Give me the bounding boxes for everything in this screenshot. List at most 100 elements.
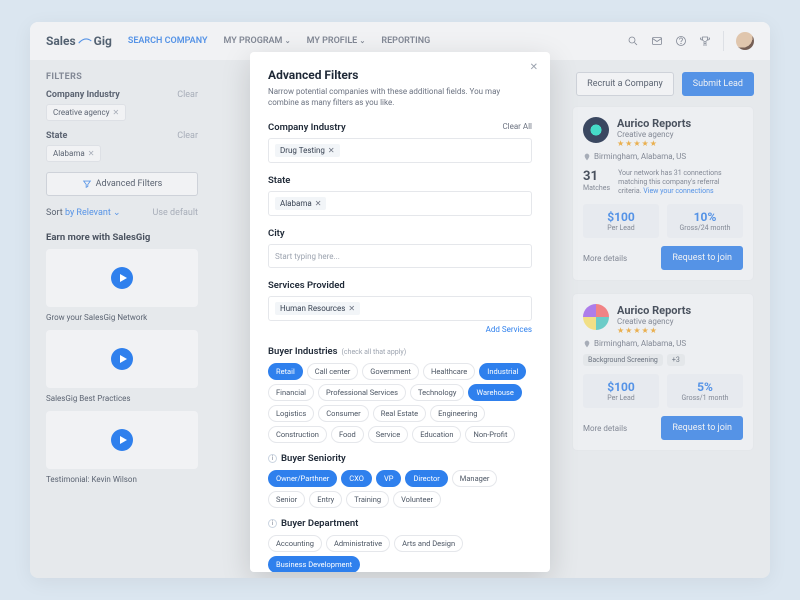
close-icon[interactable]: ✕ [315,199,322,208]
filter-pill[interactable]: Warehouse [468,384,521,401]
filter-pill[interactable]: Senior [268,491,305,508]
sort-label: Sort [46,208,63,218]
filter-pill[interactable]: Business Development [268,556,360,572]
clear-all-link[interactable]: Clear All [502,122,532,133]
filter-pill[interactable]: Training [346,491,389,508]
city-label: City [268,228,285,239]
services-input[interactable]: Human Resources✕ [268,296,532,321]
filter-pill[interactable]: Real Estate [373,405,426,422]
company-logo [583,304,609,330]
company-industry-input[interactable]: Drug Testing✕ [268,138,532,163]
filter-pill[interactable]: Food [331,426,364,443]
filter-pill[interactable]: Arts and Design [394,535,463,552]
promo-card[interactable] [46,249,198,307]
state-chip[interactable]: Alabama✕ [275,197,326,210]
filter-pill[interactable]: Professional Services [318,384,406,401]
more-tags[interactable]: +3 [667,354,685,366]
promo-title: Grow your SalesGig Network [46,313,198,322]
request-to-join-button[interactable]: Request to join [661,416,743,440]
filter-pill[interactable]: Non-Profit [465,426,515,443]
filter-pill[interactable]: Financial [268,384,314,401]
close-icon[interactable]: ✕ [328,146,335,155]
sort-use-default[interactable]: Use default [153,208,198,218]
filter-pill[interactable]: Healthcare [423,363,475,380]
filter-pill[interactable]: Owner/Parthner [268,470,337,487]
services-label: Services Provided [268,280,345,291]
industry-chip[interactable]: Drug Testing✕ [275,144,340,157]
filter-pill[interactable]: Call center [307,363,359,380]
advanced-filters-button[interactable]: Advanced Filters [46,172,198,196]
nav-my-profile[interactable]: MY PROFILE ⌄ [307,36,366,46]
filter-pill[interactable]: Engineering [430,405,485,422]
filter-pill[interactable]: Director [405,470,447,487]
state-input[interactable]: Alabama✕ [268,191,532,216]
submit-lead-button[interactable]: Submit Lead [682,72,754,96]
state-label: State [46,131,67,141]
city-text-input[interactable] [275,252,525,261]
nav-reporting[interactable]: REPORTING [381,36,430,46]
close-icon[interactable]: ✕ [348,304,355,313]
filter-pill[interactable]: Consumer [318,405,368,422]
more-details-link[interactable]: More details [583,254,627,263]
close-icon[interactable]: ✕ [113,108,120,117]
rating-stars: ★★★★★ [617,326,691,335]
city-input[interactable] [268,244,532,268]
clear-state[interactable]: Clear [177,131,198,141]
info-icon[interactable]: i [268,454,277,463]
filter-pill[interactable]: Volunteer [393,491,441,508]
filter-pill[interactable]: Government [362,363,419,380]
company-logo [583,117,609,143]
filter-pill[interactable]: Construction [268,426,327,443]
industry-chip[interactable]: Creative agency✕ [46,104,126,121]
promo-title: Testimonial: Kevin Wilson [46,475,198,484]
filter-pill[interactable]: Accounting [268,535,322,552]
search-icon[interactable] [627,35,639,47]
view-connections-link[interactable]: View your connections [643,187,713,195]
promo-card[interactable] [46,411,198,469]
industry-label: Company Industry [46,90,120,100]
company-subtitle: Creative agency [617,317,691,326]
mail-icon[interactable] [651,35,663,47]
filter-pill[interactable]: VP [376,470,402,487]
filter-pill[interactable]: Industrial [479,363,526,380]
sort-select[interactable]: by Relevant ⌄ [65,208,121,218]
filter-pill[interactable]: CXO [341,470,372,487]
pin-icon [583,153,591,161]
pin-icon [583,340,591,348]
company-name: Aurico Reports [617,304,691,317]
filter-pill[interactable]: Retail [268,363,303,380]
modal-subtitle: Narrow potential companies with these ad… [268,86,532,108]
nav-my-program[interactable]: MY PROGRAM ⌄ [223,36,290,46]
play-icon [111,348,133,370]
info-icon[interactable]: i [268,519,277,528]
service-chip[interactable]: Human Resources✕ [275,302,360,315]
filter-pill[interactable]: Service [368,426,408,443]
buyer-seniority-label: Buyer Seniority [281,453,346,464]
filters-heading: FILTERS [46,72,198,82]
filter-icon [82,179,92,189]
more-details-link[interactable]: More details [583,424,627,433]
add-services-link[interactable]: Add Services [268,325,532,334]
promo-card[interactable] [46,330,198,388]
company-location: Birmingham, Alabama, US [594,152,686,161]
logo[interactable]: SalesGig [46,34,112,48]
filter-pill[interactable]: Manager [452,470,498,487]
filter-pill[interactable]: Administrative [326,535,390,552]
buyer-industries-label: Buyer Industries [268,346,338,357]
close-icon[interactable]: ✕ [530,62,538,73]
trophy-icon[interactable] [699,35,711,47]
filter-pill[interactable]: Education [412,426,461,443]
filter-pill[interactable]: Technology [410,384,464,401]
filter-pill[interactable]: Entry [309,491,342,508]
earn-heading: Earn more with SalesGig [46,232,198,243]
clear-industry[interactable]: Clear [177,90,198,100]
state-chip[interactable]: Alabama✕ [46,145,101,162]
close-icon[interactable]: ✕ [88,149,95,158]
play-icon [111,429,133,451]
help-icon[interactable] [675,35,687,47]
request-to-join-button[interactable]: Request to join [661,246,743,270]
recruit-company-button[interactable]: Recruit a Company [576,72,674,96]
nav-search-company[interactable]: SEARCH COMPANY [128,36,208,46]
filter-pill[interactable]: Logistics [268,405,314,422]
avatar[interactable] [736,32,754,50]
